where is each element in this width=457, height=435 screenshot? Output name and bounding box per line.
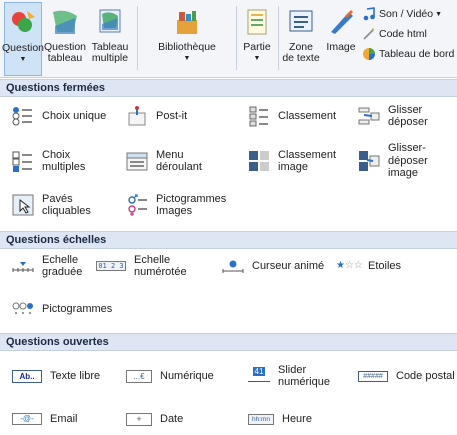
dropdown-menu-icon	[126, 152, 148, 171]
time-field-icon: hh:mn	[248, 413, 274, 425]
image-button[interactable]: Image	[324, 2, 358, 76]
pictogrammes-images-item[interactable]: Pictogrammes Images	[126, 189, 226, 221]
numbered-scale-icon: 01 2 3	[96, 261, 126, 271]
dashboard-icon	[363, 48, 375, 60]
text-box-icon	[289, 10, 313, 32]
texte-libre-item[interactable]: Ab.. Texte libre	[12, 360, 100, 392]
email-item[interactable]: -@- Email	[12, 403, 78, 435]
drag-drop-icon	[358, 107, 380, 125]
music-note-icon	[363, 7, 375, 21]
glisser-deposer-image-item[interactable]: Glisser- déposer image	[358, 142, 457, 179]
chevron-down-icon: ▼	[435, 10, 443, 18]
image-icon	[331, 10, 353, 34]
date-item[interactable]: + Date	[126, 403, 183, 435]
section-questions-fermees: Questions fermées	[0, 79, 457, 97]
partie-button[interactable]: Partie ▼	[240, 2, 274, 76]
image-ranking-icon	[249, 151, 269, 171]
ribbon-toolbar: Question ▼ Question tableau Tableau mult…	[0, 0, 457, 78]
section-icon	[247, 9, 267, 35]
menu-deroulant-item[interactable]: Menu déroulant	[126, 145, 202, 177]
question-icon	[12, 11, 35, 32]
paves-cliquables-item[interactable]: Pavés cliquables	[12, 189, 91, 221]
post-it-item[interactable]: Post-it	[126, 100, 187, 132]
numeric-field-icon: ...€	[126, 369, 152, 383]
ribbon-separator	[236, 6, 237, 70]
html-code-icon	[363, 28, 374, 40]
classement-image-item[interactable]: Classement image	[248, 145, 336, 177]
curseur-anime-item[interactable]: Curseur animé	[222, 250, 324, 282]
star-rating-icon: ★☆☆	[336, 260, 363, 271]
checkbox-list-icon	[12, 151, 32, 172]
tableau-de-bord-button[interactable]: Tableau de bord	[362, 46, 454, 62]
question-table-icon	[53, 10, 77, 34]
echelle-numerotee-item[interactable]: 01 2 3 Echelle numérotée	[96, 250, 187, 282]
choix-unique-item[interactable]: Choix unique	[12, 100, 106, 132]
radio-list-icon	[12, 107, 32, 126]
pictogrammes-item[interactable]: Pictogrammes	[12, 293, 112, 325]
glisser-deposer-item[interactable]: Glisser déposer	[358, 100, 428, 132]
postal-code-icon: #####	[358, 370, 388, 382]
numeric-slider-icon: 41	[248, 365, 270, 387]
library-icon	[177, 11, 197, 34]
chevron-down-icon: ▼	[19, 56, 27, 63]
email-field-icon: -@-	[12, 413, 42, 425]
ribbon-separator	[137, 6, 138, 70]
gender-pictograms-icon	[128, 194, 147, 216]
pictograms-scale-icon	[12, 302, 33, 314]
clickable-tiles-icon	[12, 194, 34, 216]
section-questions-ouvertes: Questions ouvertes	[0, 333, 457, 351]
echelle-graduee-item[interactable]: Echelle graduée	[12, 250, 82, 282]
tableau-multiple-button[interactable]: Tableau multiple	[88, 2, 132, 76]
ribbon-separator	[278, 6, 279, 70]
free-text-icon: Ab..	[12, 369, 42, 383]
son-video-button[interactable]: Son / Vidéo ▼	[362, 6, 442, 22]
post-it-icon	[128, 106, 146, 126]
chevron-down-icon: ▼	[183, 55, 191, 62]
choix-multiples-item[interactable]: Choix multiples	[12, 145, 85, 177]
question-button[interactable]: Question ▼	[2, 2, 44, 76]
section-questions-echelles: Questions échelles	[0, 231, 457, 249]
date-field-icon: +	[126, 412, 152, 426]
slider-numerique-item[interactable]: 41 Slider numérique	[248, 360, 330, 392]
code-postal-item[interactable]: ##### Code postal	[358, 360, 455, 392]
animated-slider-icon	[222, 260, 244, 273]
graduated-scale-icon	[12, 262, 34, 272]
ranking-icon	[249, 106, 268, 127]
chevron-down-icon: ▼	[253, 55, 261, 62]
image-drag-drop-icon	[359, 151, 380, 171]
numerique-item[interactable]: ...€ Numérique	[126, 360, 214, 392]
heure-item[interactable]: hh:mn Heure	[248, 403, 312, 435]
code-html-button[interactable]: Code html	[362, 26, 427, 42]
classement-item[interactable]: Classement	[248, 100, 336, 132]
bibliotheque-button[interactable]: Bibliothèque ▼	[140, 2, 234, 76]
question-tableau-button[interactable]: Question tableau	[44, 2, 86, 76]
multi-table-icon	[99, 9, 121, 33]
etoiles-item[interactable]: ★☆☆ Etoiles	[336, 250, 401, 282]
zone-de-texte-button[interactable]: Zone de texte	[281, 2, 321, 76]
